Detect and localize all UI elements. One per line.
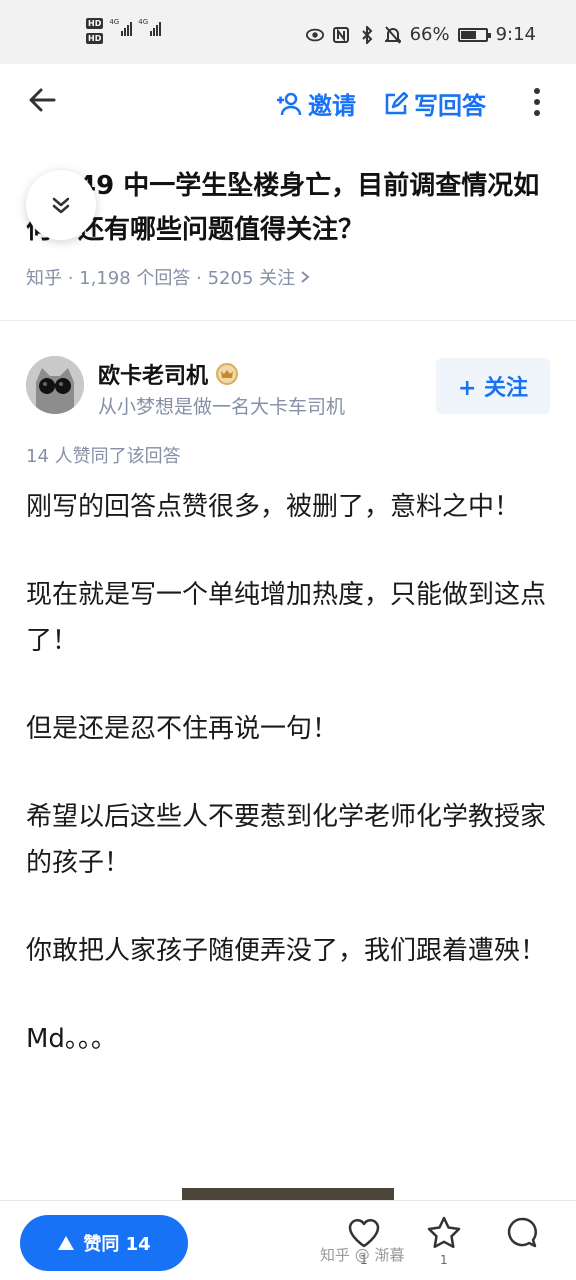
battery-icon — [457, 27, 491, 42]
edit-icon — [385, 91, 408, 114]
watermark: 知乎 @ 渐暮 — [320, 1246, 405, 1264]
comment-bubble-icon — [507, 1217, 538, 1248]
question-meta[interactable]: 知乎 · 1,198 个回答 · 5205 关注 — [26, 264, 311, 290]
crown-badge-icon — [216, 363, 239, 385]
battery-percent: 66% — [409, 24, 450, 45]
double-chevron-down-icon — [52, 197, 70, 214]
question-meta-text: 知乎 · 1,198 个回答 · 5205 关注 — [26, 268, 296, 289]
app-header: 邀请 写回答 — [0, 64, 576, 140]
answer-body: 刚写的回答点赞很多，被删了，意料之中！ 现在就是写一个单纯增加热度，只能做到这点… — [26, 484, 554, 1104]
clock: 9:14 — [495, 24, 536, 45]
comment-button[interactable] — [504, 1215, 540, 1251]
answer-paragraph: 现在就是写一个单纯增加热度，只能做到这点了！ — [26, 580, 547, 656]
back-button[interactable] — [26, 84, 66, 120]
write-answer-button[interactable]: 写回答 — [384, 86, 486, 121]
follow-button[interactable]: + 关注 — [436, 358, 550, 414]
hd-badge: HD — [86, 18, 104, 29]
answer-paragraph: Md。。。 — [26, 1024, 117, 1054]
upvote-label: 赞同 14 — [83, 1234, 151, 1255]
bluetooth-icon — [358, 25, 376, 44]
collapse-button[interactable] — [26, 170, 96, 240]
system-icons: 66% 9:14 — [305, 24, 536, 45]
avatar[interactable] — [26, 356, 84, 414]
write-answer-label: 写回答 — [414, 92, 486, 120]
nfc-icon — [332, 26, 350, 44]
author-bio: 从小梦想是做一名大卡车司机 — [98, 396, 346, 418]
status-bar: HD HD 4G 4G 66% 9:14 — [0, 0, 576, 64]
hd-badge: HD — [86, 33, 104, 44]
invite-label: 邀请 — [308, 92, 356, 120]
upvote-note: 14 人赞同了该回答 — [26, 446, 181, 467]
question-title[interactable]: 49 中一学生坠楼身亡，目前调查情况如何？还有哪些问题值得关注？ — [26, 164, 546, 252]
star-icon — [427, 1216, 461, 1249]
upvote-button[interactable]: 赞同 14 — [20, 1215, 188, 1271]
answer-paragraph: 刚写的回答点赞很多，被删了，意料之中！ — [26, 492, 521, 522]
favorite-button[interactable] — [426, 1215, 462, 1251]
more-options-icon[interactable] — [530, 88, 544, 116]
cat-avatar-icon — [26, 356, 84, 414]
triangle-up-icon — [58, 1236, 75, 1250]
mute-bell-icon — [384, 25, 402, 44]
signal-icon: 4G — [138, 18, 162, 36]
divider — [0, 320, 576, 321]
author-name[interactable]: 欧卡老司机 — [98, 358, 239, 390]
signal-area: HD HD 4G 4G — [86, 18, 162, 44]
signal-icon: 4G — [109, 18, 133, 36]
eye-icon — [305, 26, 324, 44]
invite-person-icon — [277, 92, 302, 115]
invite-button[interactable]: 邀请 — [276, 86, 356, 121]
answer-paragraph: 希望以后这些人不要惹到化学老师化学教授家的孩子！ — [26, 802, 547, 878]
bottom-action-bar: 赞同 14 1 1 — [0, 1200, 576, 1280]
back-arrow-icon — [29, 88, 56, 112]
chevron-right-icon — [301, 271, 310, 283]
author-name-text: 欧卡老司机 — [98, 364, 209, 389]
answer-paragraph: 但是还是忍不住再说一句！ — [26, 714, 339, 744]
favorite-count: 1 — [440, 1253, 448, 1267]
answer-paragraph: 你敢把人家孩子随便弄没了，我们跟着遭殃！ — [26, 936, 547, 966]
